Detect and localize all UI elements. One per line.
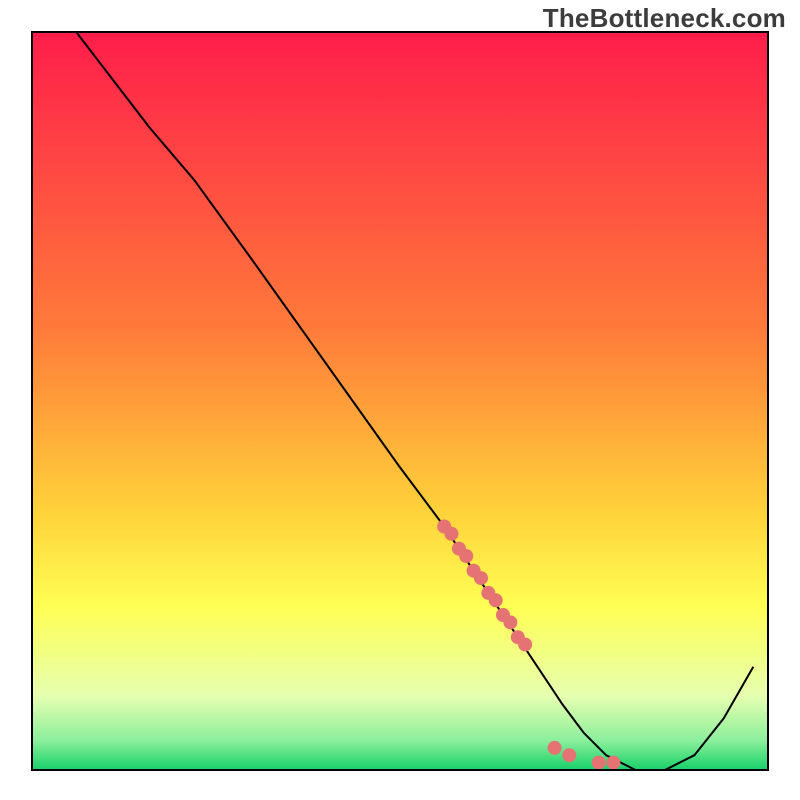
highlight-dot: [445, 527, 459, 541]
highlight-dot: [503, 615, 517, 629]
highlight-dot: [518, 638, 532, 652]
highlight-dot: [489, 593, 503, 607]
highlight-dot: [474, 571, 488, 585]
watermark-text: TheBottleneck.com: [543, 3, 786, 34]
highlight-dot: [592, 756, 606, 770]
highlight-dot: [548, 741, 562, 755]
highlight-dot: [606, 756, 620, 770]
chart-svg: [0, 0, 800, 800]
gradient-bg: [32, 32, 768, 770]
highlight-dot: [562, 748, 576, 762]
plot-area: [32, 32, 768, 770]
highlight-dot: [459, 549, 473, 563]
